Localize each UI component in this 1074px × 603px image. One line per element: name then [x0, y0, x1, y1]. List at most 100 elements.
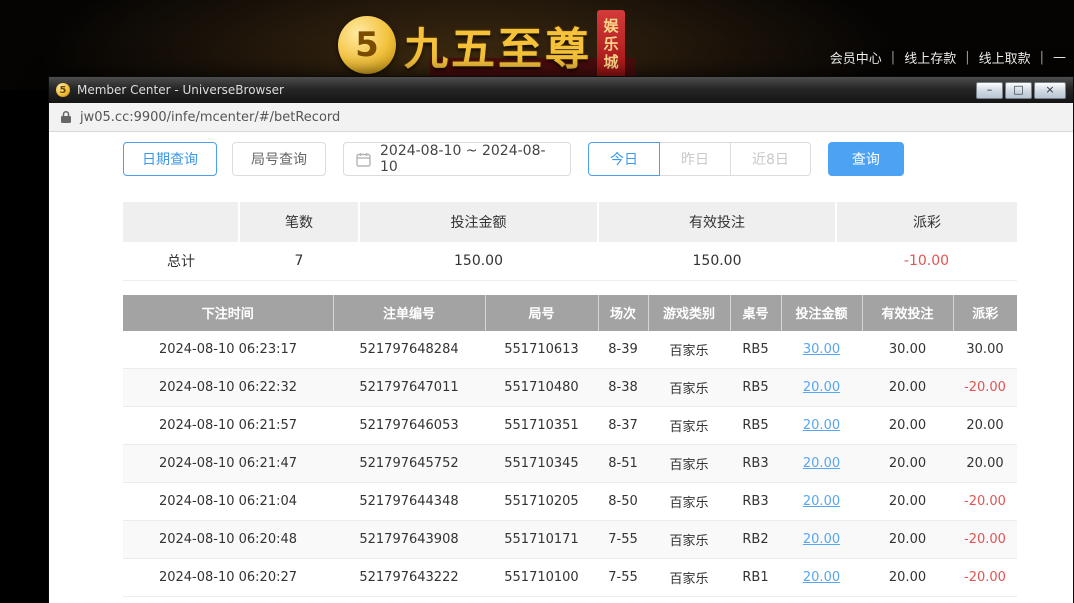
col-header-session: 场次 — [598, 295, 648, 331]
game-type-cell: 百家乐 — [648, 407, 730, 445]
round-no-cell: 551710480 — [485, 369, 598, 407]
bet-time-cell: 2024-08-10 06:20:48 — [123, 521, 333, 559]
bet-amount-link[interactable]: 20.00 — [803, 418, 840, 433]
table-row: 2024-08-10 06:20:27 521797643222 5517101… — [123, 559, 1017, 597]
table-row: 2024-08-10 06:20:48 521797643908 5517101… — [123, 521, 1017, 559]
url-bar[interactable]: jw05.cc:9900/infe/mcenter/#/betRecord — [49, 103, 1073, 132]
col-header-bet-id: 注单编号 — [333, 295, 485, 331]
tab-last-8-days[interactable]: 近8日 — [730, 142, 811, 176]
bet-amount-link[interactable]: 20.00 — [803, 380, 840, 395]
session-cell: 8-38 — [598, 369, 648, 407]
col-header-bet-amount: 投注金额 — [781, 295, 862, 331]
bet-amount-link[interactable]: 30.00 — [803, 342, 840, 357]
bet-id-cell: 521797648284 — [333, 331, 485, 369]
bet-amount-cell: 30.00 — [781, 331, 862, 369]
bet-amount-link[interactable]: 20.00 — [803, 456, 840, 471]
search-button[interactable]: 查询 — [828, 142, 904, 176]
bet-record-table: 下注时间 注单编号 局号 场次 游戏类别 桌号 投注金额 有效投注 派彩 202… — [123, 295, 1017, 598]
valid-bet-cell: 30.00 — [862, 331, 953, 369]
summary-header-payout: 派彩 — [836, 202, 1017, 242]
window-titlebar: 5 Member Center - UniverseBrowser – □ × — [49, 77, 1073, 103]
nav-link-truncated[interactable]: — — [1053, 50, 1066, 65]
payout-cell: 30.00 — [953, 331, 1017, 369]
table-row: 2024-08-10 06:21:47 521797645752 5517103… — [123, 445, 1017, 483]
nav-separator: | — [965, 50, 969, 65]
session-cell: 8-39 — [598, 331, 648, 369]
bet-id-cell: 521797647011 — [333, 369, 485, 407]
payout-cell: -20.00 — [953, 559, 1017, 597]
quick-date-tabs: 今日 昨日 近8日 — [588, 142, 811, 176]
bet-amount-cell: 20.00 — [781, 483, 862, 521]
summary-header-count: 笔数 — [239, 202, 359, 242]
table-no-cell: RB1 — [730, 559, 781, 597]
bet-amount-cell: 20.00 — [781, 521, 862, 559]
tab-yesterday[interactable]: 昨日 — [659, 142, 731, 176]
session-cell: 8-51 — [598, 445, 648, 483]
nav-link-deposit[interactable]: 线上存款 — [904, 48, 956, 67]
bet-amount-link[interactable]: 20.00 — [803, 494, 840, 509]
maximize-button[interactable]: □ — [1005, 82, 1032, 99]
col-header-valid-bet: 有效投注 — [862, 295, 953, 331]
bet-time-cell: 2024-08-10 06:23:17 — [123, 331, 333, 369]
date-range-input[interactable]: 2024-08-10 ~ 2024-08-10 — [343, 142, 571, 176]
bet-amount-link[interactable]: 20.00 — [803, 570, 840, 585]
valid-bet-cell: 20.00 — [862, 521, 953, 559]
valid-bet-cell: 20.00 — [862, 445, 953, 483]
calendar-icon — [356, 152, 371, 167]
summary-table: 笔数 投注金额 有效投注 派彩 总计 7 150.00 150.00 -10.0… — [123, 202, 1017, 281]
summary-header-bet-amount: 投注金额 — [359, 202, 598, 242]
nav-link-member-center[interactable]: 会员中心 — [830, 48, 882, 67]
col-header-table-no: 桌号 — [730, 295, 781, 331]
bet-amount-link[interactable]: 20.00 — [803, 532, 840, 547]
summary-count: 7 — [239, 242, 359, 280]
bet-id-cell: 521797645752 — [333, 445, 485, 483]
summary-payout: -10.00 — [836, 242, 1017, 280]
tab-today[interactable]: 今日 — [588, 142, 660, 176]
summary-valid-bet: 150.00 — [598, 242, 836, 280]
bet-time-cell: 2024-08-10 06:21:47 — [123, 445, 333, 483]
date-query-button[interactable]: 日期查询 — [123, 142, 217, 176]
table-row: 2024-08-10 06:23:17 521797648284 5517106… — [123, 331, 1017, 369]
bet-time-cell: 2024-08-10 06:21:04 — [123, 483, 333, 521]
session-cell: 7-55 — [598, 559, 648, 597]
nav-separator: | — [891, 50, 895, 65]
minimize-button[interactable]: – — [976, 82, 1003, 99]
table-no-cell: RB2 — [730, 521, 781, 559]
bet-id-cell: 521797646053 — [333, 407, 485, 445]
game-type-cell: 百家乐 — [648, 521, 730, 559]
filter-bar: 日期查询 局号查询 2024-08-10 ~ 2024-08-10 今日 昨日 … — [123, 142, 1015, 176]
table-row: 2024-08-10 06:21:04 521797644348 5517102… — [123, 483, 1017, 521]
round-no-cell: 551710345 — [485, 445, 598, 483]
nav-link-withdraw[interactable]: 线上取款 — [979, 48, 1031, 67]
date-range-value: 2024-08-10 ~ 2024-08-10 — [380, 143, 558, 175]
session-cell: 8-37 — [598, 407, 648, 445]
bet-amount-cell: 20.00 — [781, 445, 862, 483]
payout-cell: -20.00 — [953, 483, 1017, 521]
close-button[interactable]: × — [1034, 82, 1066, 99]
bet-time-cell: 2024-08-10 06:20:27 — [123, 559, 333, 597]
col-header-round-no: 局号 — [485, 295, 598, 331]
bet-amount-cell: 20.00 — [781, 559, 862, 597]
table-no-cell: RB5 — [730, 369, 781, 407]
site-logo: 5 九五至尊 娱乐城 — [338, 8, 625, 82]
summary-row: 总计 7 150.00 150.00 -10.00 — [123, 242, 1017, 280]
game-type-cell: 百家乐 — [648, 559, 730, 597]
page-content: 日期查询 局号查询 2024-08-10 ~ 2024-08-10 今日 昨日 … — [49, 132, 1073, 603]
round-query-button[interactable]: 局号查询 — [232, 142, 326, 176]
summary-total-label: 总计 — [123, 242, 239, 280]
session-cell: 7-55 — [598, 521, 648, 559]
site-nav: 会员中心 | 线上存款 | 线上取款 | — — [830, 48, 1066, 67]
session-cell: 8-50 — [598, 483, 648, 521]
nav-separator: | — [1040, 50, 1044, 65]
summary-header-empty — [123, 202, 239, 242]
table-row: 2024-08-10 06:22:32 521797647011 5517104… — [123, 369, 1017, 407]
bet-time-cell: 2024-08-10 06:21:57 — [123, 407, 333, 445]
col-header-bet-time: 下注时间 — [123, 295, 333, 331]
summary-bet-amount: 150.00 — [359, 242, 598, 280]
bet-time-cell: 2024-08-10 06:22:32 — [123, 369, 333, 407]
summary-header-valid-bet: 有效投注 — [598, 202, 836, 242]
window-title: Member Center - UniverseBrowser — [77, 83, 976, 97]
table-no-cell: RB5 — [730, 331, 781, 369]
logo-badge: 娱乐城 — [597, 10, 625, 80]
round-no-cell: 551710351 — [485, 407, 598, 445]
